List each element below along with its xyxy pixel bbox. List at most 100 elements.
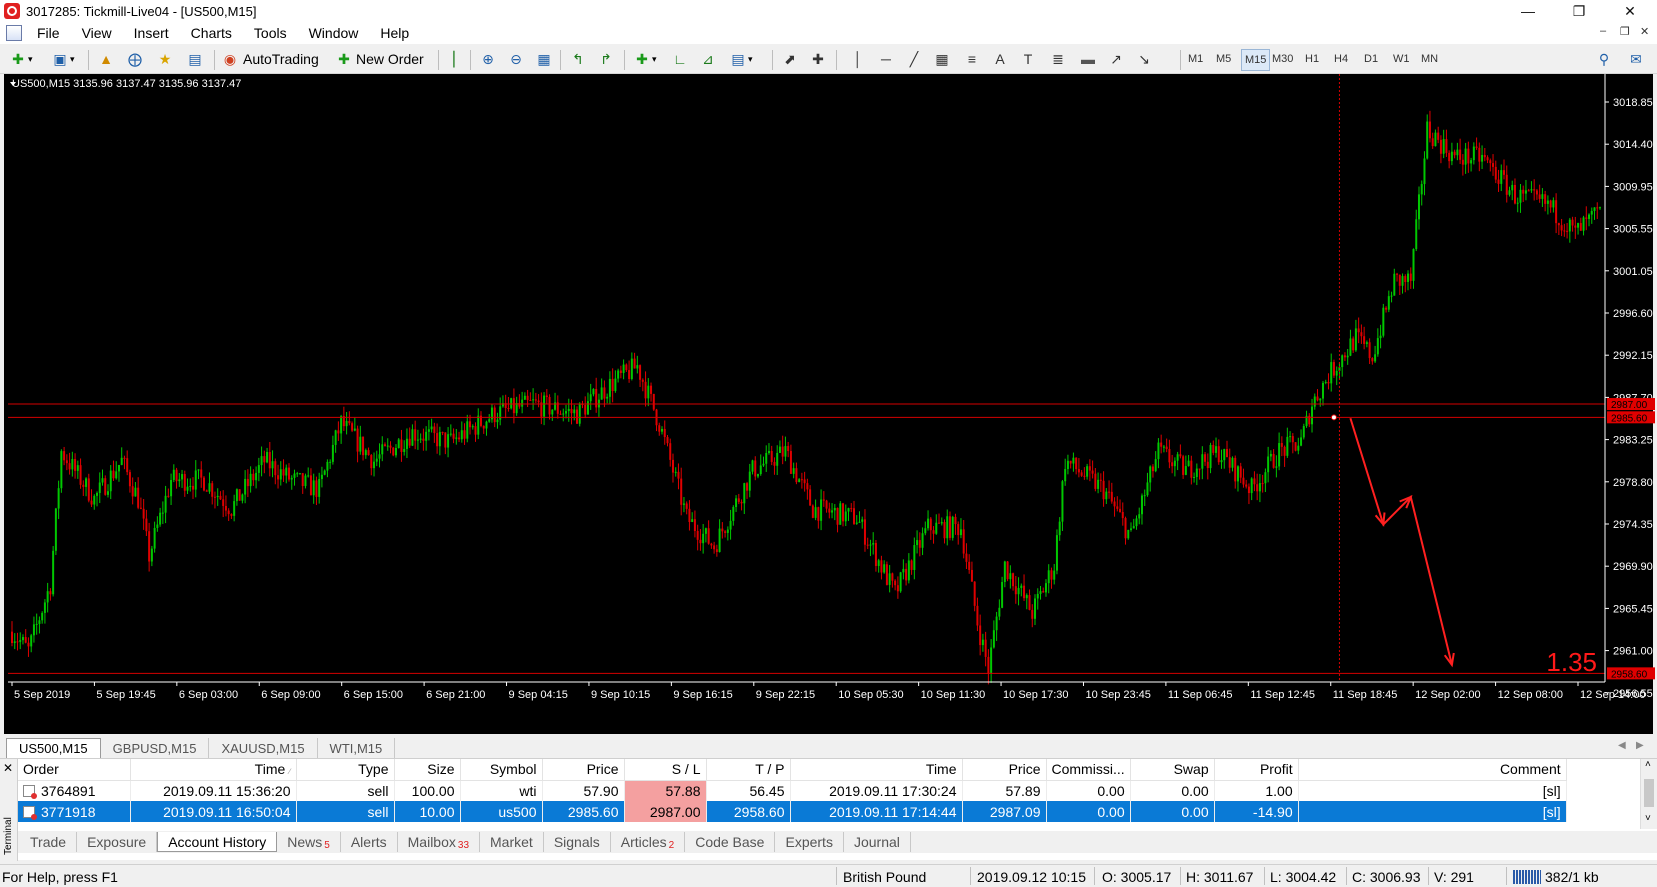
column-header-close-time[interactable]: Time: [790, 759, 963, 781]
terminal-tab-account-history[interactable]: Account History: [157, 832, 278, 852]
equidistant-channel-tool[interactable]: ▦: [932, 48, 952, 70]
terminal-close-icon[interactable]: ✕: [3, 761, 13, 775]
terminal-tab-trade[interactable]: Trade: [20, 832, 78, 852]
chat-button[interactable]: ✉: [1626, 48, 1646, 70]
mdi-restore-icon[interactable]: ❐: [1620, 25, 1630, 38]
menu-insert[interactable]: Insert: [123, 22, 180, 44]
menu-charts[interactable]: Charts: [180, 22, 243, 44]
timeframe-m30[interactable]: M30: [1272, 53, 1293, 65]
terminal-button[interactable]: ▤: [185, 48, 205, 70]
fibonacci-tool[interactable]: ≡: [962, 48, 982, 70]
horizontal-line-tool[interactable]: ─: [876, 48, 896, 70]
search-button[interactable]: ⚲: [1594, 48, 1614, 70]
terminal-tab-journal[interactable]: Journal: [844, 832, 911, 852]
chart-tabs-right-arrow-icon[interactable]: ▶: [1636, 740, 1644, 751]
vertical-line-tool[interactable]: │: [848, 48, 868, 70]
fibo-fan-tool[interactable]: ≣: [1048, 48, 1068, 70]
text-tool[interactable]: A: [990, 48, 1010, 70]
chart-tab-us500[interactable]: US500,M15: [6, 738, 101, 758]
gann-tool[interactable]: ↗: [1106, 48, 1126, 70]
minimize-button[interactable]: —: [1505, 0, 1551, 22]
indicators-button[interactable]: ✚ ▾: [632, 48, 656, 70]
chart-tab-xauusd[interactable]: XAUUSD,M15: [209, 738, 318, 758]
table-row[interactable]: 3771918 2019.09.11 16:50:04 sell 10.00 us500…: [18, 801, 1567, 822]
column-header-tp[interactable]: T / P: [706, 759, 791, 781]
timeframe-d1[interactable]: D1: [1364, 53, 1378, 65]
cursor-tool[interactable]: ⬈: [780, 48, 800, 70]
terminal-tab-articles[interactable]: Articles 2: [611, 832, 686, 852]
chart-tabs-left-arrow-icon[interactable]: ◀: [1618, 740, 1626, 751]
candle-body: [633, 358, 636, 369]
terminal-tab-experts[interactable]: Experts: [775, 832, 844, 852]
column-header-comment[interactable]: Comment: [1298, 759, 1567, 781]
chart-window[interactable]: 3018.85 3014.40 3009.95 3005.55 3001.05 2996.…: [0, 74, 1657, 734]
timeframe-mn[interactable]: MN: [1421, 53, 1438, 65]
text-label-tool[interactable]: T: [1018, 48, 1038, 70]
chart-tab-wti[interactable]: WTI,M15: [318, 738, 396, 758]
price-chart[interactable]: 3018.85 3014.40 3009.95 3005.55 3001.05 2996.…: [8, 74, 1657, 734]
status-volume: V: 291: [1434, 869, 1474, 885]
market-watch-button[interactable]: ▲: [96, 48, 116, 70]
scroll-down-icon[interactable]: ˅: [1645, 813, 1651, 824]
terminal-tab-code-base[interactable]: Code Base: [685, 832, 776, 852]
menu-file[interactable]: File: [26, 22, 71, 44]
column-header-type[interactable]: Type: [296, 759, 395, 781]
column-header-swap[interactable]: Swap: [1130, 759, 1215, 781]
column-header-size[interactable]: Size: [394, 759, 461, 781]
terminal-tab-alerts[interactable]: Alerts: [341, 832, 398, 852]
terminal-tab-exposure[interactable]: Exposure: [77, 832, 158, 852]
menu-window[interactable]: Window: [298, 22, 370, 44]
timeframe-m15[interactable]: M15: [1241, 49, 1271, 71]
menu-tools[interactable]: Tools: [243, 22, 298, 44]
column-header-order[interactable]: Order: [18, 759, 131, 781]
data-window-button[interactable]: ⨁: [125, 48, 145, 70]
terminal-tab-mailbox[interactable]: Mailbox 33: [398, 832, 481, 852]
timeframe-w1[interactable]: W1: [1393, 53, 1410, 65]
timeframe-h1[interactable]: H1: [1305, 53, 1319, 65]
profiles-button[interactable]: ▣ ▾: [50, 48, 74, 70]
terminal-tab-signals[interactable]: Signals: [544, 832, 611, 852]
column-header-sl[interactable]: S / L: [624, 759, 707, 781]
timeframe-m5[interactable]: M5: [1216, 53, 1231, 65]
column-header-symbol[interactable]: Symbol: [460, 759, 543, 781]
menu-help[interactable]: Help: [369, 22, 420, 44]
autotrading-button[interactable]: ◉ AutoTrading: [220, 48, 319, 70]
close-button[interactable]: ✕: [1607, 0, 1653, 22]
column-header-open-time[interactable]: Time ∕: [130, 759, 297, 781]
bar-chart-button[interactable]: ⎪: [444, 48, 464, 70]
column-header-open-price[interactable]: Price: [542, 759, 625, 781]
mdi-minimize-icon[interactable]: –: [1600, 25, 1606, 37]
chart-properties-button[interactable]: ▤ ▾: [728, 48, 752, 70]
timeframe-h4[interactable]: H4: [1334, 53, 1348, 65]
candle-body: [1445, 139, 1448, 153]
autoscroll-button[interactable]: ↰: [568, 48, 588, 70]
terminal-tab-market[interactable]: Market: [480, 832, 544, 852]
trendline-tool[interactable]: ╱: [904, 48, 924, 70]
column-header-commission[interactable]: Commissi...: [1046, 759, 1131, 781]
table-row[interactable]: 3764891 2019.09.11 15:36:20 sell 100.00 wti 5…: [18, 780, 1567, 801]
zoom-in-button[interactable]: ⊕: [478, 48, 498, 70]
crosshair-tool[interactable]: ✚: [808, 48, 828, 70]
column-header-profit[interactable]: Profit: [1214, 759, 1299, 781]
tile-windows-button[interactable]: ▦: [534, 48, 554, 70]
column-header-close-price[interactable]: Price: [962, 759, 1047, 781]
mdi-close-icon[interactable]: ✕: [1640, 25, 1649, 38]
new-chart-button[interactable]: ✚ ▾: [8, 48, 32, 70]
chart-shift-button[interactable]: ↱: [596, 48, 616, 70]
restore-button[interactable]: ❐: [1556, 0, 1602, 22]
menu-view[interactable]: View: [71, 22, 123, 44]
periods-button[interactable]: ∟: [670, 48, 690, 70]
terminal-tab-news[interactable]: News 5: [277, 832, 341, 852]
rectangle-tool[interactable]: ▬: [1078, 48, 1098, 70]
scroll-thumb[interactable]: [1644, 779, 1654, 807]
arrows-tool[interactable]: ↘: [1134, 48, 1154, 70]
new-order-button[interactable]: ✚ New Order: [334, 48, 424, 70]
document-icon[interactable]: [6, 25, 22, 41]
zoom-out-button[interactable]: ⊖: [506, 48, 526, 70]
terminal-scrollbar[interactable]: ˄ ˅: [1640, 759, 1657, 829]
scroll-up-icon[interactable]: ˄: [1645, 759, 1651, 770]
timeframe-m1[interactable]: M1: [1188, 53, 1203, 65]
chart-tab-gbpusd[interactable]: GBPUSD,M15: [101, 738, 210, 758]
templates-button[interactable]: ⊿: [698, 48, 718, 70]
navigator-button[interactable]: ★: [155, 48, 175, 70]
